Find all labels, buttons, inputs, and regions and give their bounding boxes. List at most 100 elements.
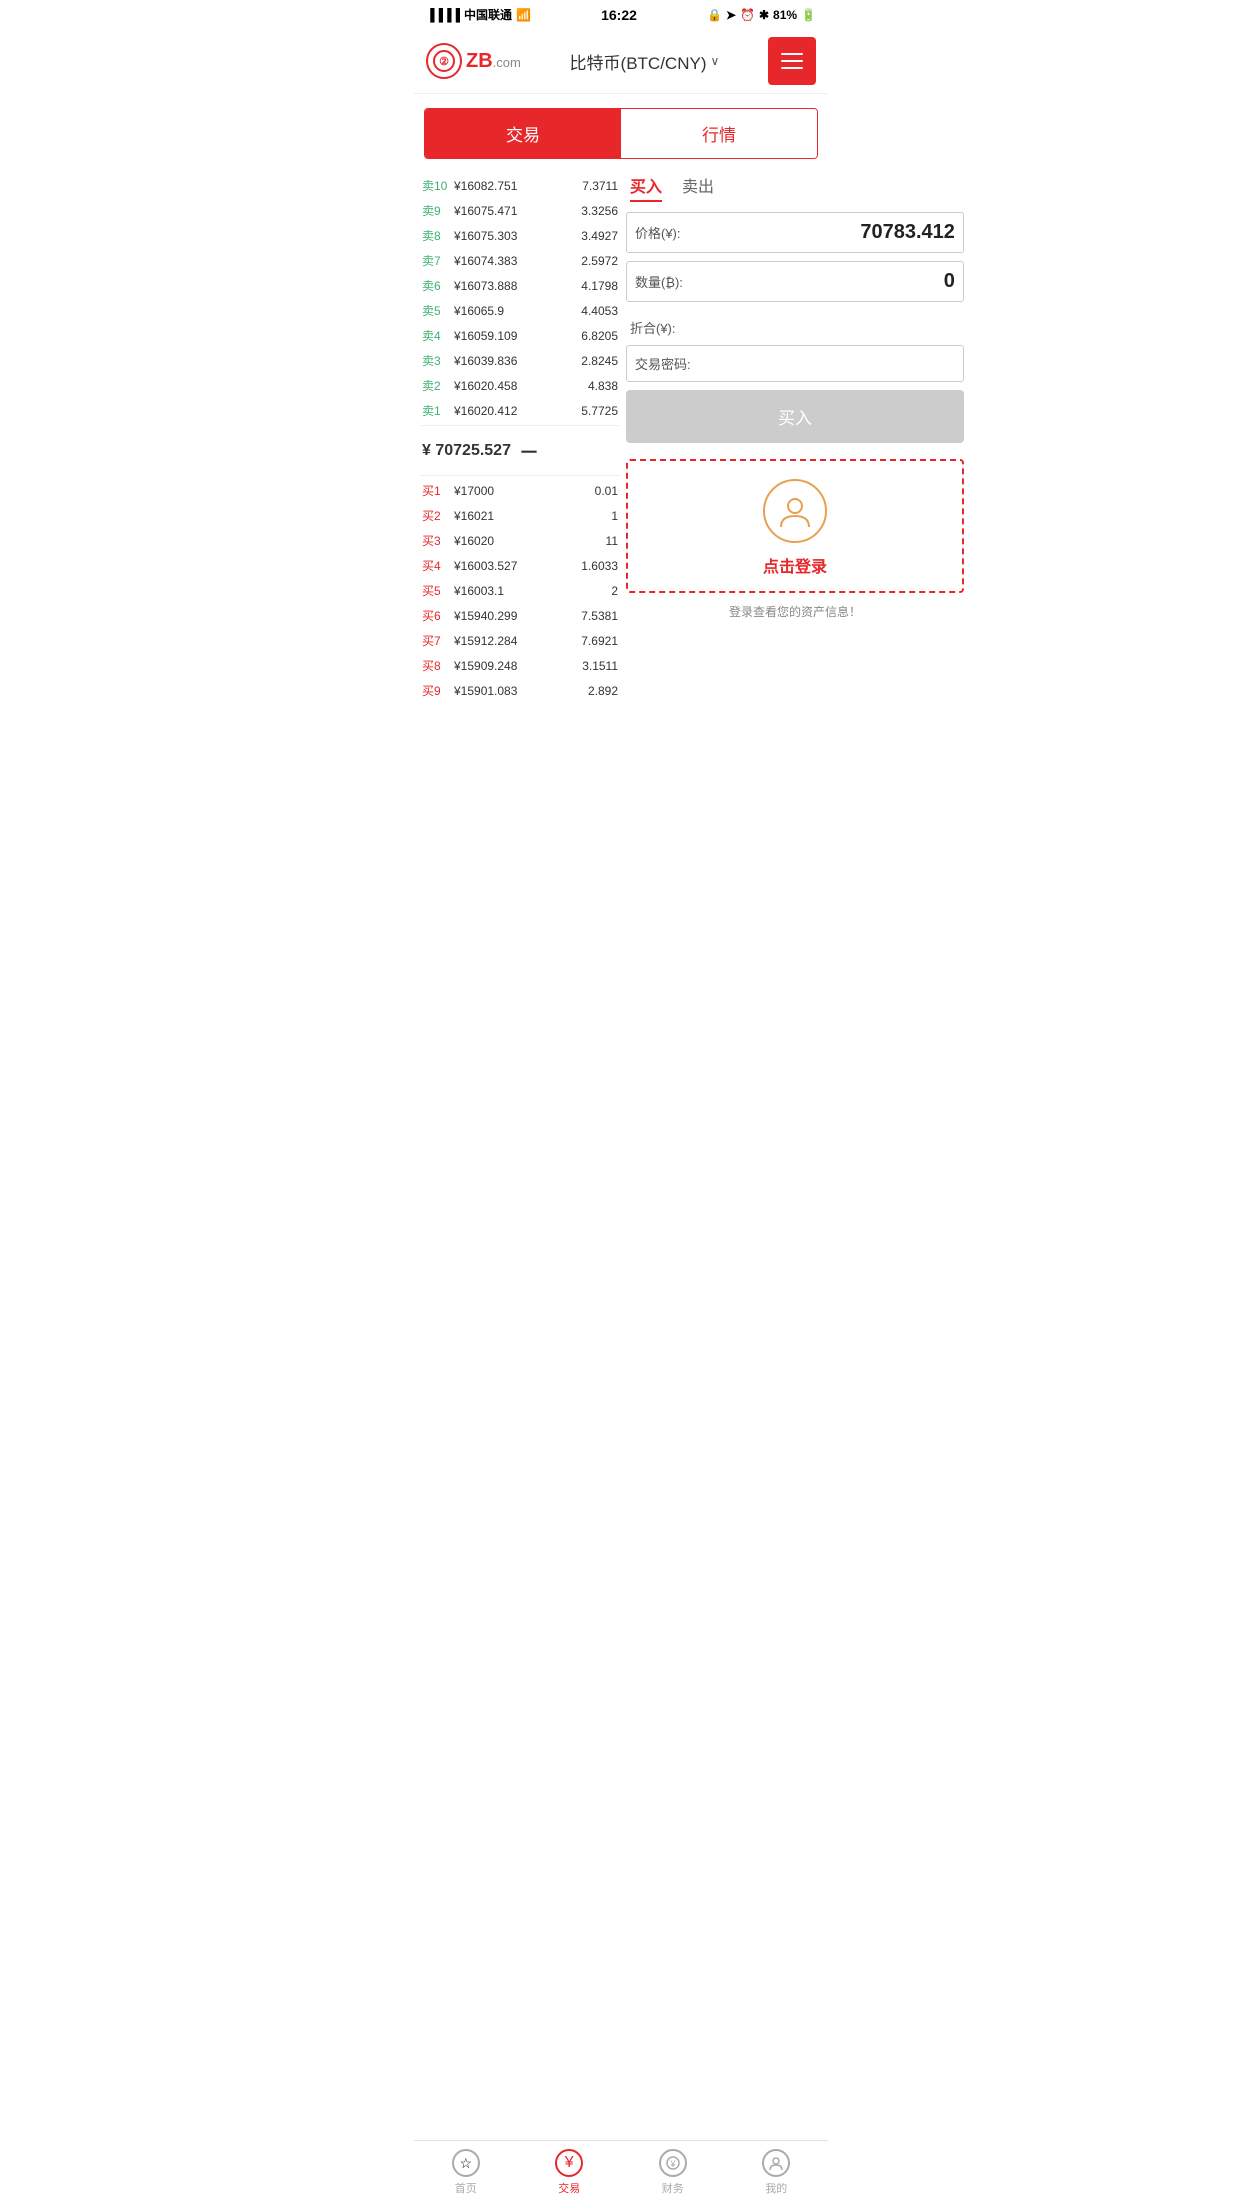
sell-order-row: 卖1 ¥16020.412 5.7725 (420, 398, 620, 423)
location-icon: ➤ (726, 8, 736, 22)
profile-icon (762, 2149, 790, 2177)
sell-price: ¥16073.888 (450, 279, 581, 293)
tab-sell[interactable]: 卖出 (682, 173, 714, 202)
qty-input-row: 数量(₿): (626, 261, 964, 302)
pwd-label: 交易密码: (635, 354, 691, 373)
nav-label-home: 首页 (455, 2180, 477, 2196)
buy-qty: 1.6033 (581, 559, 618, 573)
login-text[interactable]: 点击登录 (763, 553, 827, 577)
sell-order-row: 卖2 ¥16020.458 4.838 (420, 373, 620, 398)
buy-button[interactable]: 买入 (626, 390, 964, 443)
nav-label-profile: 我的 (765, 2180, 787, 2196)
sell-price: ¥16075.303 (450, 229, 581, 243)
qty-input[interactable] (687, 270, 955, 293)
sell-price: ¥16039.836 (450, 354, 581, 368)
buy-order-row: 买5 ¥16003.1 2 (420, 578, 620, 603)
status-left: ▐▐▐▐ 中国联通 📶 (426, 6, 531, 23)
buy-order-row: 买2 ¥16021 1 (420, 503, 620, 528)
sell-label: 卖2 (422, 377, 450, 394)
pwd-row: 交易密码: (626, 345, 964, 382)
sell-price: ¥16074.383 (450, 254, 581, 268)
menu-button[interactable] (768, 37, 816, 85)
buy-price: ¥16021 (450, 509, 611, 523)
main-content: 卖10 ¥16082.751 7.3711 卖9 ¥16075.471 3.32… (414, 173, 828, 703)
buy-qty: 2.892 (588, 684, 618, 698)
buy-label: 买9 (422, 682, 450, 699)
buy-qty: 11 (606, 534, 618, 548)
mid-price-value: ¥ 70725.527 (422, 442, 511, 460)
sell-label: 卖9 (422, 202, 450, 219)
buy-label: 买4 (422, 557, 450, 574)
home-icon: ☆ (452, 2149, 480, 2177)
buy-qty: 7.6921 (581, 634, 618, 648)
sell-qty: 7.3711 (582, 179, 618, 193)
buy-order-row: 买3 ¥16020 11 (420, 528, 620, 553)
buy-qty: 7.5381 (581, 609, 618, 623)
nav-item-finance[interactable]: ¥ 财务 (621, 2149, 725, 2196)
sell-order-row: 卖8 ¥16075.303 3.4927 (420, 223, 620, 248)
alarm-icon: ⏰ (740, 8, 755, 22)
sell-label: 卖1 (422, 402, 450, 419)
buy-price: ¥17000 (450, 484, 595, 498)
trade-panel: 买入 卖出 价格(¥): 数量(₿): 折合(¥): (626, 173, 964, 703)
sell-qty: 5.7725 (581, 404, 618, 418)
lock-icon: 🔒 (707, 8, 722, 22)
buy-order-row: 买8 ¥15909.248 3.1511 (420, 653, 620, 678)
sell-qty: 3.3256 (581, 204, 618, 218)
buy-label: 买1 (422, 482, 450, 499)
sell-qty: 4.4053 (581, 304, 618, 318)
buy-price: ¥16003.527 (450, 559, 581, 573)
buy-price: ¥15909.248 (450, 659, 582, 673)
logo-icon: ② (426, 43, 462, 79)
nav-item-trade[interactable]: ¥ 交易 (518, 2149, 622, 2196)
buy-price: ¥15940.299 (450, 609, 581, 623)
sell-order-row: 卖7 ¥16074.383 2.5972 (420, 248, 620, 273)
sell-price: ¥16020.458 (450, 379, 588, 393)
sell-price: ¥16059.109 (450, 329, 581, 343)
logo: ② ZB.com (426, 43, 521, 79)
sell-price: ¥16065.9 (450, 304, 581, 318)
page-title: 比特币(BTC/CNY) ∨ (570, 49, 720, 74)
buy-order-row: 买6 ¥15940.299 7.5381 (420, 603, 620, 628)
logo-text: ZB.com (466, 50, 521, 73)
status-time: 16:22 (601, 7, 637, 23)
buy-price: ¥16003.1 (450, 584, 611, 598)
price-input-row: 价格(¥): (626, 212, 964, 253)
price-direction-icon: － (519, 436, 539, 465)
tab-trade[interactable]: 交易 (425, 109, 621, 158)
app-header: ② ZB.com 比特币(BTC/CNY) ∨ (414, 29, 828, 94)
price-input[interactable] (685, 221, 955, 244)
nav-item-profile[interactable]: 我的 (725, 2149, 829, 2196)
sell-qty: 2.8245 (581, 354, 618, 368)
buy-label: 买7 (422, 632, 450, 649)
sell-price: ¥16020.412 (450, 404, 581, 418)
qty-input-group: 数量(₿): (626, 261, 964, 302)
tab-buy[interactable]: 买入 (630, 173, 662, 202)
sell-label: 卖8 (422, 227, 450, 244)
sell-order-row: 卖9 ¥16075.471 3.3256 (420, 198, 620, 223)
nav-label-finance: 财务 (662, 2180, 684, 2196)
nav-item-home[interactable]: ☆ 首页 (414, 2149, 518, 2196)
buy-price: ¥15912.284 (450, 634, 581, 648)
fold-label: 折合(¥): (630, 318, 676, 337)
sell-qty: 2.5972 (581, 254, 618, 268)
buy-label: 买3 (422, 532, 450, 549)
pwd-input[interactable] (695, 356, 955, 372)
buy-order-row: 买4 ¥16003.527 1.6033 (420, 553, 620, 578)
login-box[interactable]: 点击登录 (626, 459, 964, 593)
sell-qty: 4.1798 (581, 279, 618, 293)
buy-label: 买5 (422, 582, 450, 599)
chevron-down-icon: ∨ (711, 54, 720, 68)
order-book: 卖10 ¥16082.751 7.3711 卖9 ¥16075.471 3.32… (420, 173, 620, 703)
sell-label: 卖5 (422, 302, 450, 319)
buy-price: ¥15901.083 (450, 684, 588, 698)
sell-label: 卖7 (422, 252, 450, 269)
carrier-name: 中国联通 (464, 6, 512, 23)
tab-market[interactable]: 行情 (621, 109, 817, 158)
svg-text:¥: ¥ (669, 2159, 676, 2169)
bluetooth-icon: ✱ (759, 8, 769, 22)
sell-label: 卖6 (422, 277, 450, 294)
buy-label: 买8 (422, 657, 450, 674)
buy-orders: 买1 ¥17000 0.01 买2 ¥16021 1 买3 ¥16020 11 … (420, 478, 620, 703)
sell-qty: 3.4927 (581, 229, 618, 243)
